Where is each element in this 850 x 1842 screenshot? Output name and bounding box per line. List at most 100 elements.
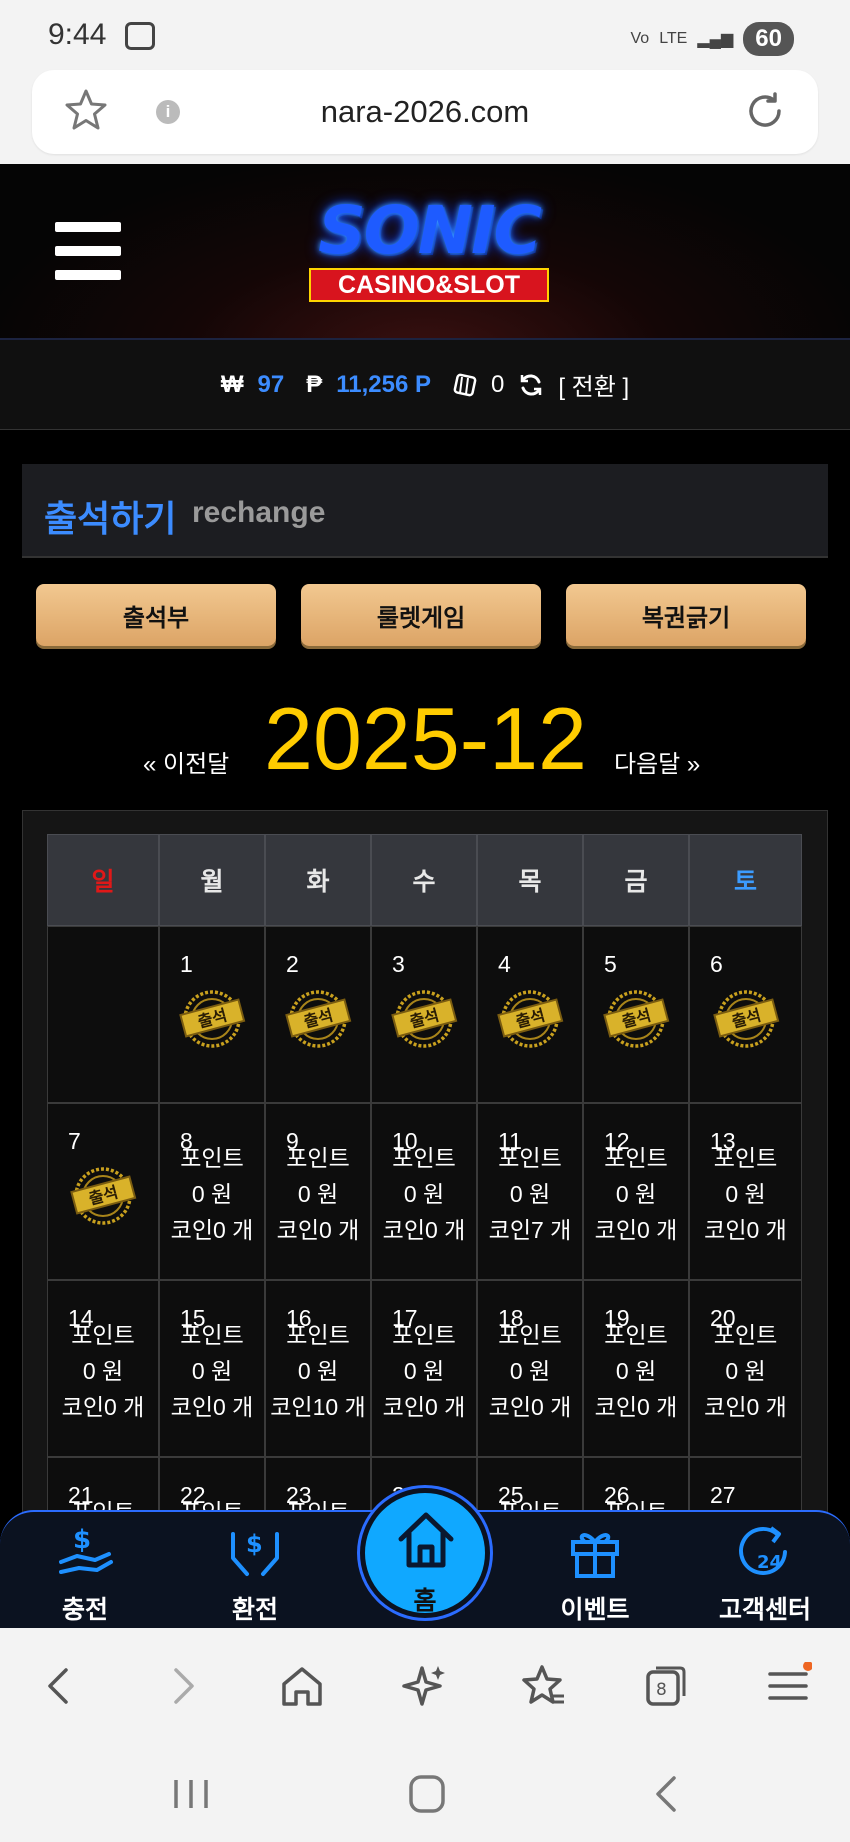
- calendar-day-cell[interactable]: 7 출석: [47, 1103, 159, 1280]
- calendar-day-cell[interactable]: 11 포인트 0 원 코인7 개: [477, 1103, 583, 1280]
- status-bar: 9:44 Vo LTE ▂▄▆ 60: [0, 0, 850, 70]
- screen-record-icon: [125, 22, 155, 50]
- day-reward-info: 포인트 0 원 코인0 개: [478, 1317, 582, 1425]
- weekday-wed: 수: [371, 834, 477, 926]
- address-bar[interactable]: i nara-2026.com: [32, 70, 818, 154]
- gift-icon: [571, 1533, 619, 1578]
- calendar-day-cell[interactable]: 8 포인트 0 원 코인0 개: [159, 1103, 265, 1280]
- point-balance: 11,256 P: [336, 370, 431, 398]
- calendar-day-cell[interactable]: 12 포인트 0 원 코인0 개: [583, 1103, 689, 1280]
- calendar-day-cell[interactable]: 15 포인트 0 원 코인0 개: [159, 1280, 265, 1457]
- recent-apps-icon[interactable]: [170, 1774, 212, 1814]
- point-amount: 0 원: [615, 1358, 657, 1384]
- point-amount: 0 원: [725, 1181, 766, 1207]
- site-header: SONIC CASINO&SLOT: [0, 164, 850, 340]
- attendance-stamp-icon: 출석: [70, 1167, 137, 1225]
- day-reward-info: 포인트 0 원 코인0 개: [584, 1140, 688, 1248]
- nav-charge[interactable]: $ 충전: [0, 1512, 170, 1628]
- attendance-stamp-icon: 출석: [285, 990, 352, 1048]
- day-number: 1: [180, 951, 193, 977]
- calendar-day-cell[interactable]: 4 출석: [477, 926, 583, 1103]
- browser-home-icon[interactable]: [278, 1662, 326, 1710]
- home-icon: [398, 1512, 454, 1568]
- point-label: 포인트: [498, 1322, 562, 1348]
- point-label: 포인트: [713, 1322, 778, 1348]
- logo-main-text: SONIC: [318, 192, 542, 269]
- system-back-icon[interactable]: [646, 1774, 688, 1814]
- calendar-day-cell[interactable]: 3 출석: [371, 926, 477, 1103]
- day-number: 27: [710, 1482, 736, 1508]
- coin-balance: 0: [490, 370, 505, 398]
- point-icon: ₱: [306, 370, 323, 398]
- point-amount: 0 원: [509, 1181, 551, 1207]
- calendar-day-cell[interactable]: 9 포인트 0 원 코인0 개: [265, 1103, 371, 1280]
- site-logo[interactable]: SONIC CASINO&SLOT: [284, 196, 574, 306]
- point-amount: 0 원: [191, 1181, 233, 1207]
- tab-lottery[interactable]: 복권긁기: [566, 584, 806, 646]
- calendar-day-cell[interactable]: 5 출석: [583, 926, 689, 1103]
- coin-ticket-icon: [453, 373, 477, 396]
- tab-attendance-book[interactable]: 출석부: [36, 584, 276, 646]
- day-number: 4: [498, 951, 511, 977]
- calendar-day-cell[interactable]: 14 포인트 0 원 코인0 개: [47, 1280, 159, 1457]
- system-navigation: [0, 1740, 850, 1842]
- attendance-subtitle: rechange: [192, 496, 326, 529]
- calendar-day-cell[interactable]: 19 포인트 0 원 코인0 개: [583, 1280, 689, 1457]
- calendar-day-cell[interactable]: 18 포인트 0 원 코인0 개: [477, 1280, 583, 1457]
- calendar-day-cell[interactable]: 10 포인트 0 원 코인0 개: [371, 1103, 477, 1280]
- coin-amount: 코인0 개: [704, 1394, 787, 1420]
- battery-indicator: 60: [743, 22, 794, 56]
- point-label: 포인트: [180, 1145, 244, 1171]
- forward-arrow-icon[interactable]: [158, 1662, 206, 1710]
- day-reward-info: 포인트 0 원 코인0 개: [690, 1140, 801, 1248]
- nav-exchange-label: 환전: [231, 1596, 278, 1624]
- calendar-day-cell[interactable]: 17 포인트 0 원 코인0 개: [371, 1280, 477, 1457]
- browser-menu-icon[interactable]: [764, 1662, 812, 1710]
- coin-amount: 코인7 개: [488, 1217, 572, 1243]
- day-number: 7: [68, 1128, 81, 1154]
- system-home-icon[interactable]: [406, 1774, 448, 1814]
- calendar-day-cell[interactable]: 16 포인트 0 원 코인10 개: [265, 1280, 371, 1457]
- tab-roulette[interactable]: 룰렛게임: [301, 584, 541, 646]
- coin-amount: 코인0 개: [170, 1394, 254, 1420]
- withdraw-hands-icon: $: [231, 1530, 279, 1576]
- calendar-day-cell[interactable]: [47, 926, 159, 1103]
- nav-support[interactable]: 24 고객센터: [680, 1512, 850, 1628]
- day-reward-info: 포인트 0 원코인0 개: [690, 1317, 801, 1425]
- coin-amount: 코인0 개: [382, 1217, 466, 1243]
- balance-bar: ₩ 97 ₱ 11,256 P 0 [ 전환 ]: [0, 340, 850, 430]
- coin-amount: 코인0 개: [170, 1217, 254, 1243]
- next-month-link[interactable]: 다음달 »: [614, 744, 700, 779]
- back-arrow-icon[interactable]: [36, 1662, 84, 1710]
- prev-month-link[interactable]: « 이전달: [143, 744, 229, 779]
- month-navigation: « 이전달 2025-12 다음달 »: [0, 688, 850, 788]
- sparkle-icon[interactable]: [400, 1662, 448, 1710]
- day-reward-info: 포인트 0 원 코인0 개: [160, 1317, 264, 1425]
- browser-bottom-toolbar: 8: [0, 1628, 850, 1740]
- nav-event[interactable]: 이벤트: [510, 1512, 680, 1628]
- convert-refresh-icon[interactable]: [518, 372, 544, 398]
- calendar-day-cell[interactable]: 6 출석: [689, 926, 802, 1103]
- url-text[interactable]: nara-2026.com: [32, 94, 818, 130]
- day-number: 3: [392, 951, 405, 977]
- tabs-count-icon[interactable]: 8: [642, 1662, 690, 1710]
- nav-home[interactable]: 홈: [360, 1488, 490, 1618]
- weekday-sat: 토: [689, 834, 802, 926]
- convert-button[interactable]: [ 전환 ]: [558, 367, 629, 402]
- day-reward-info: 포인트 0 원 코인10 개: [266, 1317, 370, 1425]
- attendance-title-bar: 출석하기 rechange: [22, 464, 828, 558]
- calendar-day-cell[interactable]: 20 포인트 0 원 코인0 개: [689, 1280, 802, 1457]
- attendance-stamp-icon: 출석: [603, 990, 670, 1048]
- coin-amount: 코인0 개: [61, 1394, 145, 1420]
- reload-icon[interactable]: [742, 88, 788, 134]
- point-amount: 0 원: [725, 1358, 766, 1384]
- point-label: 포인트: [713, 1145, 778, 1171]
- menu-icon[interactable]: [55, 222, 121, 280]
- calendar-day-cell[interactable]: 13 포인트 0 원 코인0 개: [689, 1103, 802, 1280]
- calendar-day-cell[interactable]: 2 출석: [265, 926, 371, 1103]
- bookmarks-star-icon[interactable]: [520, 1662, 568, 1710]
- point-amount: 0 원: [615, 1181, 657, 1207]
- calendar-day-cell[interactable]: 1 출석: [159, 926, 265, 1103]
- point-label: 포인트: [604, 1145, 668, 1171]
- nav-exchange[interactable]: $ 환전: [170, 1512, 340, 1628]
